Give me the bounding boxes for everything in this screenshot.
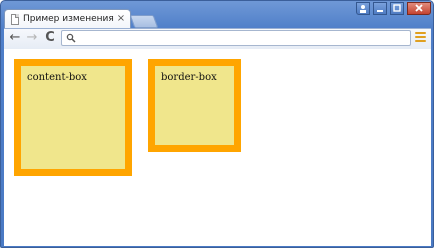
address-input[interactable] (78, 32, 398, 44)
browser-window: Пример изменения модели × ← → C (0, 0, 434, 248)
reload-button[interactable]: C (42, 30, 58, 46)
document-icon (11, 14, 19, 25)
tab-active[interactable]: Пример изменения модели × (4, 9, 131, 29)
border-box-demo: border-box (148, 59, 241, 152)
menu-icon[interactable] (415, 32, 426, 44)
back-button[interactable]: ← (7, 30, 23, 46)
box-label: content-box (27, 72, 87, 83)
new-tab-button[interactable] (129, 15, 159, 28)
page-content: content-box border-box (4, 49, 431, 246)
forward-button[interactable]: → (24, 30, 40, 46)
maximize-button[interactable] (390, 2, 404, 15)
user-icon[interactable] (356, 2, 370, 15)
address-bar[interactable] (61, 30, 411, 46)
content-box-demo: content-box (14, 59, 132, 176)
tab-close-button[interactable]: × (116, 13, 126, 25)
box-label: border-box (161, 72, 217, 83)
tab-strip: Пример изменения модели × (1, 1, 433, 29)
toolbar: ← → C (4, 28, 431, 49)
search-icon (66, 33, 76, 43)
tab-title: Пример изменения модели (23, 14, 115, 24)
minimize-button[interactable] (373, 2, 387, 15)
close-window-button[interactable] (407, 2, 431, 15)
